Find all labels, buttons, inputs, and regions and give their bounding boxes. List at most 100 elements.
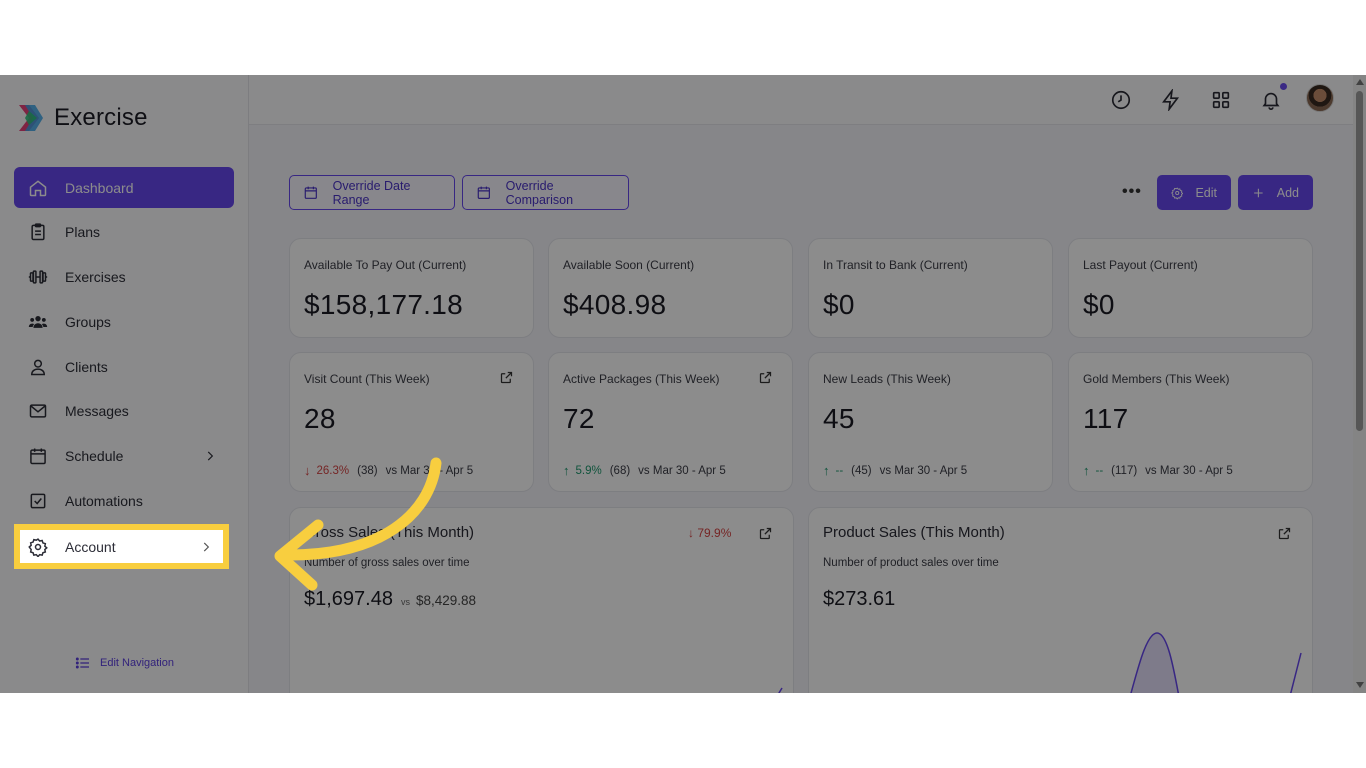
chevron-right-icon (203, 542, 210, 552)
external-link-icon[interactable] (758, 526, 773, 541)
override-comparison-label: Override Comparison (505, 178, 574, 207)
calendar-icon (304, 186, 317, 199)
stat-value: $0 (823, 289, 855, 320)
stat-comparison-range: vs Mar 30 - Apr 5 (638, 464, 726, 477)
stat-label: Visit Count (This Week) (304, 372, 430, 386)
stat-card-active-packages[interactable]: Active Packages (This Week) 72 ↑ 5.9% (6… (548, 352, 793, 492)
pointer-arrow-icon (274, 457, 442, 591)
add-button[interactable]: Add (1238, 175, 1313, 210)
stat-change-percent: -- (1095, 464, 1104, 477)
stat-label: Last Payout (Current) (1083, 258, 1198, 272)
sidebar-item-label: Dashboard (65, 179, 134, 196)
arrow-up-icon: ↑ (563, 463, 570, 478)
stat-prev-count: (68) (609, 464, 631, 477)
app-name: Exercise (54, 104, 148, 131)
stat-label: Active Packages (This Week) (563, 372, 720, 386)
stat-comparison: ↑ -- (117) vs Mar 30 - Apr 5 (1083, 463, 1233, 478)
stat-comparison: ↑ -- (45) vs Mar 30 - Apr 5 (823, 463, 967, 478)
sidebar-item-account[interactable]: Account (14, 524, 229, 569)
stat-comparison: ↑ 5.9% (68) vs Mar 30 - Apr 5 (563, 463, 726, 478)
stat-comparison-range: vs Mar 30 - Apr 5 (1145, 464, 1233, 477)
stat-change-percent: 5.9% (575, 464, 602, 477)
product-sales-title: Product Sales (This Month) (823, 524, 1005, 541)
more-options-button[interactable]: ••• (1122, 183, 1142, 201)
sidebar-item-label: Messages (65, 403, 129, 420)
lightning-icon[interactable] (1160, 89, 1182, 111)
stat-label: Available Soon (Current) (563, 258, 695, 272)
override-date-range-label: Override Date Range (332, 178, 411, 207)
scrollbar[interactable] (1353, 75, 1366, 693)
product-sales-amount: $273.61 (823, 588, 896, 610)
sidebar-item-automations[interactable]: Automations (14, 481, 234, 522)
sidebar-item-label: Account (65, 538, 116, 555)
stat-label: Available To Pay Out (Current) (304, 258, 467, 272)
sidebar-item-label: Automations (65, 493, 143, 510)
stat-card-in-transit[interactable]: In Transit to Bank (Current) $0 (808, 238, 1053, 338)
app-window: Exercise Dashboard Plans Exercises Group… (0, 75, 1366, 693)
override-date-range-button[interactable]: Override Date Range (289, 175, 455, 210)
product-sales-subtitle: Number of product sales over time (823, 557, 999, 569)
stat-label: New Leads (This Week) (823, 372, 951, 386)
scroll-thumb[interactable] (1356, 91, 1363, 431)
sidebar-item-groups[interactable]: Groups (14, 301, 234, 342)
stat-change-percent: -- (835, 464, 844, 477)
stat-card-gold-members[interactable]: Gold Members (This Week) 117 ↑ -- (117) … (1068, 352, 1313, 492)
gross-sales-change: ↓ 79.9% (688, 526, 732, 540)
mail-icon (29, 404, 47, 419)
home-icon (29, 179, 47, 196)
external-link-icon[interactable] (758, 370, 773, 385)
override-comparison-button[interactable]: Override Comparison (462, 175, 629, 210)
product-sales-card[interactable]: Product Sales (This Month) Number of pro… (808, 507, 1313, 693)
sidebar-item-plans[interactable]: Plans (14, 212, 234, 253)
stat-card-last-payout[interactable]: Last Payout (Current) $0 (1068, 238, 1313, 338)
sidebar-item-label: Schedule (65, 448, 124, 465)
gross-sales-vs: vs (400, 597, 410, 607)
stat-label: Gold Members (This Week) (1083, 372, 1230, 386)
sidebar-item-dashboard[interactable]: Dashboard (14, 167, 234, 208)
stat-value: $408.98 (563, 289, 667, 320)
stat-value: 72 (563, 403, 595, 434)
checkbox-icon (30, 493, 46, 509)
logo[interactable]: Exercise (17, 103, 148, 133)
gross-sales-prev-amount: $8,429.88 (415, 593, 477, 608)
dumbbell-icon (28, 270, 48, 284)
edit-navigation-link[interactable]: Edit Navigation (75, 655, 174, 671)
calendar-icon (477, 186, 490, 199)
sidebar-item-messages[interactable]: Messages (14, 391, 234, 432)
external-link-icon[interactable] (1277, 526, 1292, 541)
stat-comparison-range: vs Mar 30 - Apr 5 (879, 464, 968, 477)
bell-icon[interactable] (1260, 89, 1282, 111)
sidebar-item-clients[interactable]: Clients (14, 346, 234, 387)
edit-button[interactable]: Edit (1157, 175, 1231, 210)
stat-value: $158,177.18 (304, 289, 464, 320)
gear-icon (1171, 186, 1184, 200)
edit-label: Edit (1195, 185, 1217, 200)
chevron-right-icon (207, 451, 214, 461)
stat-card-new-leads[interactable]: New Leads (This Week) 45 ↑ -- (45) vs Ma… (808, 352, 1053, 492)
clipboard-icon (31, 223, 45, 241)
list-icon (75, 657, 89, 669)
add-label: Add (1276, 185, 1299, 200)
sidebar-item-label: Exercises (65, 269, 126, 286)
stat-card-available-to-pay-out[interactable]: Available To Pay Out (Current) $158,177.… (289, 238, 534, 338)
stat-card-available-soon[interactable]: Available Soon (Current) $408.98 (548, 238, 793, 338)
apps-grid-icon[interactable] (1210, 89, 1232, 111)
scroll-up-arrow-icon[interactable] (1356, 79, 1364, 85)
stat-value: 28 (304, 403, 336, 434)
scroll-down-arrow-icon[interactable] (1356, 682, 1364, 688)
product-sales-sparkline (1130, 632, 1302, 693)
sidebar-nav: Dashboard Plans Exercises Groups Clients… (14, 167, 234, 525)
external-link-icon[interactable] (499, 370, 514, 385)
arrow-up-icon: ↑ (823, 463, 830, 478)
sidebar-item-exercises[interactable]: Exercises (14, 257, 234, 298)
user-icon (30, 359, 46, 375)
avatar[interactable] (1306, 84, 1334, 112)
notification-dot (1280, 83, 1287, 90)
clock-icon[interactable] (1110, 89, 1132, 111)
sidebar-item-schedule[interactable]: Schedule (14, 436, 234, 477)
plus-icon (1254, 188, 1263, 197)
sidebar: Exercise Dashboard Plans Exercises Group… (0, 75, 249, 693)
stat-prev-count: (45) (851, 464, 872, 477)
logo-icon (19, 105, 43, 131)
sidebar-item-label: Plans (65, 224, 101, 241)
